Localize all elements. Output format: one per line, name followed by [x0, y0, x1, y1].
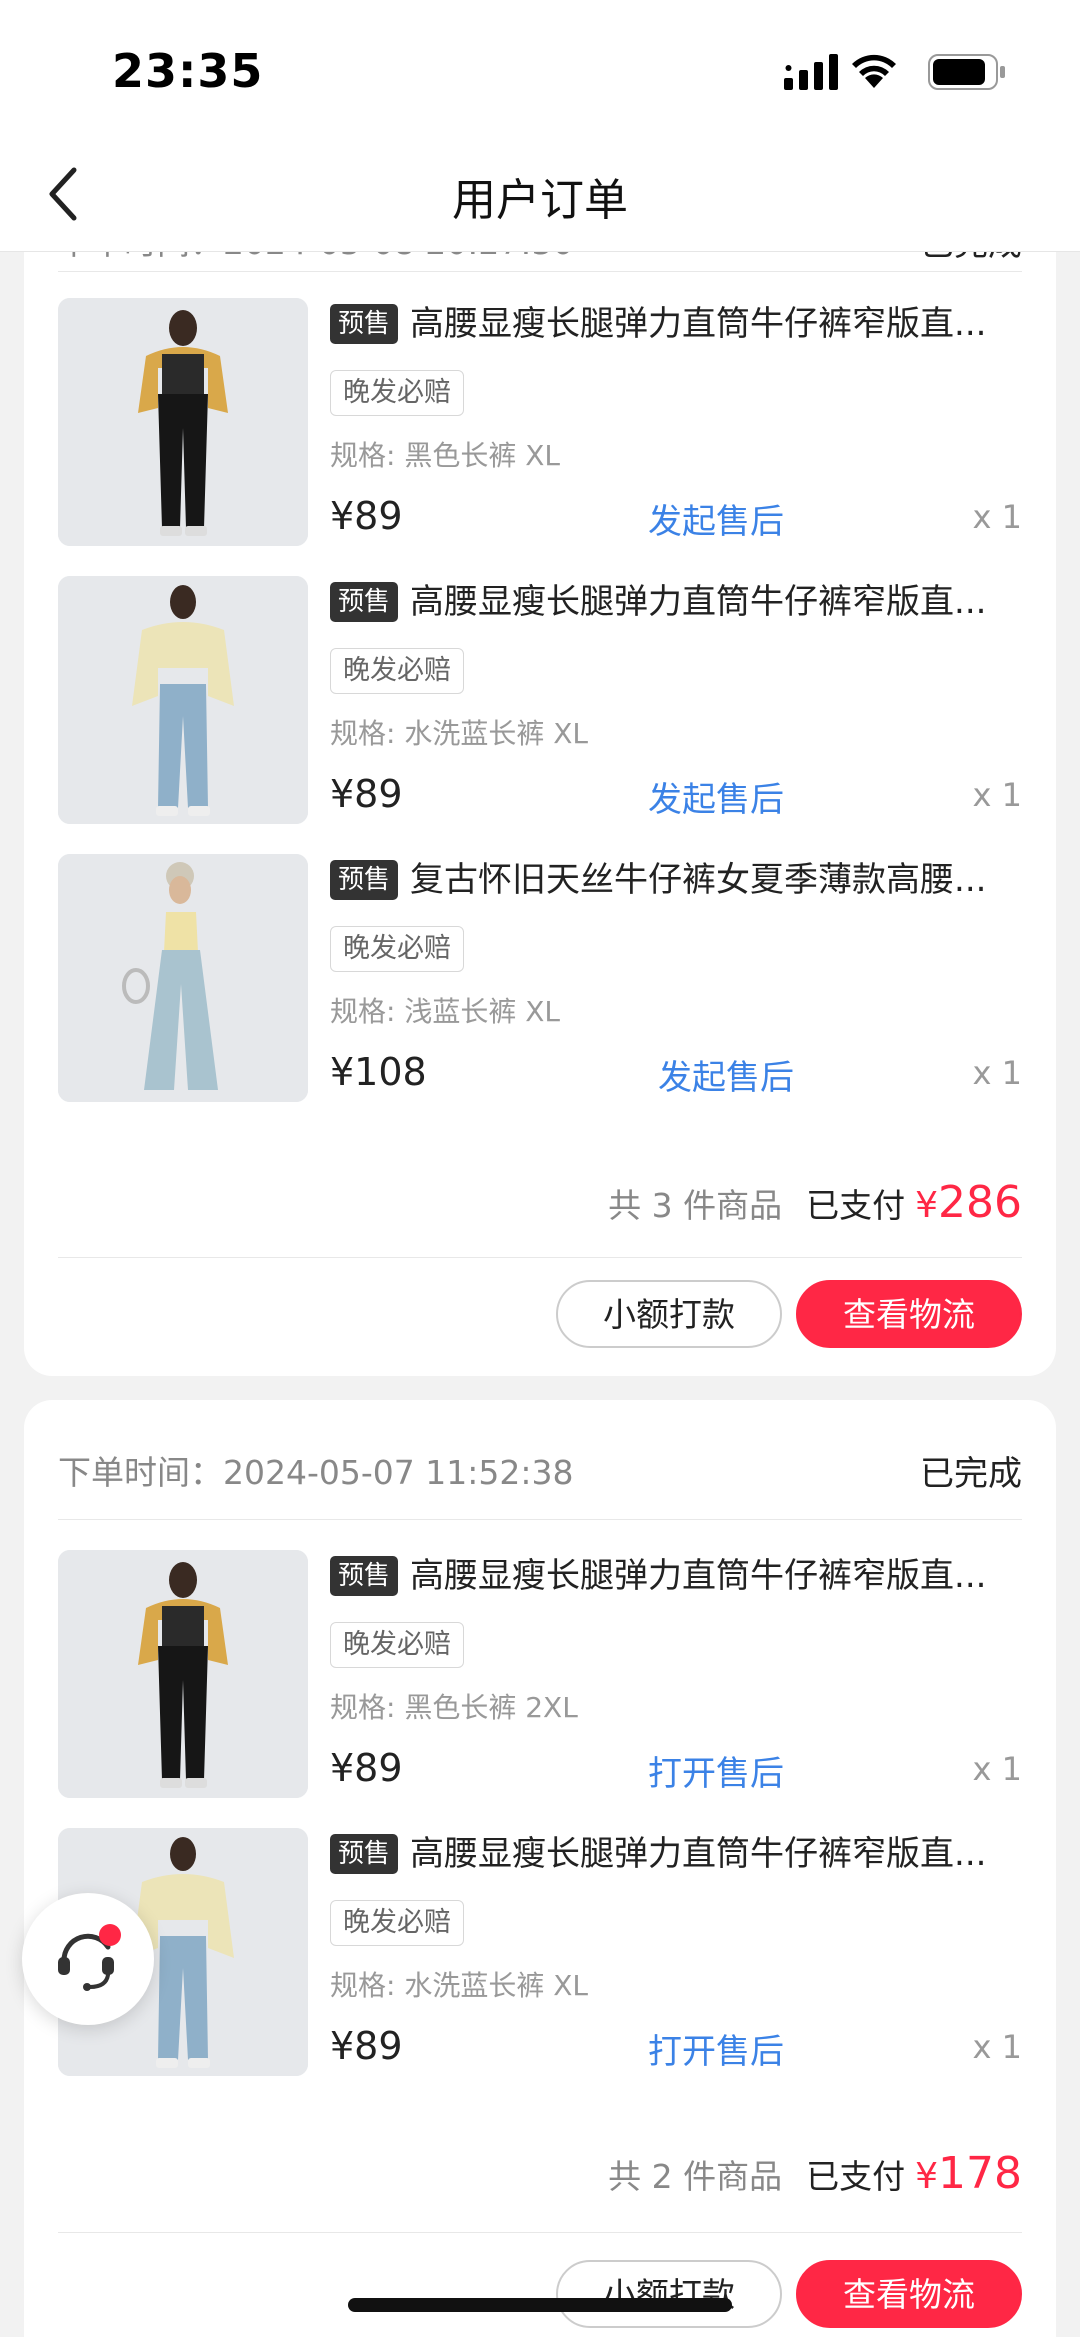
item-quantity: x 1	[972, 498, 1022, 536]
presale-badge: 预售	[330, 860, 399, 900]
order-item[interactable]: 预售 高腰显瘦长腿弹力直筒牛仔裤窄版直... 晚发必赔 规格: 黑色长裤 2XL …	[58, 1550, 1022, 1800]
model-yellow-top-black-jeans	[58, 298, 308, 546]
order-summary: 共 3 件商品 已支付 ¥286	[608, 1177, 1022, 1228]
product-image[interactable]	[58, 854, 308, 1102]
item-title-row: 预售 高腰显瘦长腿弹力直筒牛仔裤窄版直...	[330, 304, 1022, 354]
late-delivery-tag: 晚发必赔	[330, 926, 464, 972]
model-yellow-top-black-jeans	[58, 1550, 308, 1798]
after-sale-link[interactable]: 发起售后	[648, 494, 784, 543]
paid-label: 已支付	[806, 2157, 906, 2196]
status-icons	[768, 50, 1008, 94]
currency-symbol: ¥	[915, 2156, 939, 2197]
product-image[interactable]	[58, 298, 308, 546]
presale-badge: 预售	[330, 582, 399, 622]
presale-badge: 预售	[330, 304, 399, 344]
customer-service-button[interactable]	[22, 1893, 154, 2025]
product-image[interactable]	[58, 1550, 308, 1798]
view-logistics-button[interactable]: 查看物流	[796, 2260, 1022, 2328]
after-sale-link[interactable]: 打开售后	[648, 1746, 784, 1795]
page-title: 用户订单	[452, 175, 628, 226]
late-delivery-tag: 晚发必赔	[330, 1900, 464, 1946]
item-count: 共 2 件商品	[608, 2157, 783, 2196]
item-title-row: 预售 高腰显瘦长腿弹力直筒牛仔裤窄版直...	[330, 1556, 1022, 1606]
home-indicator	[348, 2298, 732, 2312]
item-quantity: x 1	[972, 776, 1022, 814]
status-bar: 23:35	[0, 0, 1080, 140]
item-title: 高腰显瘦长腿弹力直筒牛仔裤窄版直...	[410, 582, 987, 622]
view-logistics-button[interactable]: 查看物流	[796, 1280, 1022, 1348]
late-delivery-tag: 晚发必赔	[330, 1622, 464, 1668]
model-light-blue-wide-jeans	[58, 854, 308, 1102]
item-title: 高腰显瘦长腿弹力直筒牛仔裤窄版直...	[410, 1556, 987, 1596]
item-spec: 规格: 黑色长裤 2XL	[330, 1691, 578, 1724]
item-spec: 规格: 水洗蓝长裤 XL	[330, 1969, 589, 2002]
order-header: 下单时间：2024-05-07 11:52:38 已完成	[58, 1400, 1022, 1520]
item-title: 复古怀旧天丝牛仔裤女夏季薄款高腰...	[410, 860, 987, 900]
order-item[interactable]: 预售 高腰显瘦长腿弹力直筒牛仔裤窄版直... 晚发必赔 规格: 黑色长裤 XL ¥…	[58, 298, 1022, 548]
presale-badge: 预售	[330, 1834, 399, 1874]
order-time: 下单时间：2024-05-07 11:52:38	[58, 1453, 574, 1492]
after-sale-link[interactable]: 发起售后	[658, 1050, 794, 1099]
order-header: 下单时间：2024-05-08 20:27:30 已完成	[58, 252, 1022, 272]
item-quantity: x 1	[972, 2028, 1022, 2066]
late-delivery-tag: 晚发必赔	[330, 370, 464, 416]
item-price: ¥89	[330, 494, 403, 538]
after-sale-link[interactable]: 打开售后	[648, 2024, 784, 2073]
item-title-row: 预售 高腰显瘦长腿弹力直筒牛仔裤窄版直...	[330, 582, 1022, 632]
order-item[interactable]: 预售 高腰显瘦长腿弹力直筒牛仔裤窄版直... 晚发必赔 规格: 水洗蓝长裤 XL …	[58, 576, 1022, 826]
order-status: 已完成	[920, 1454, 1022, 1494]
signal-icon	[784, 54, 838, 90]
item-price: ¥89	[330, 2024, 403, 2068]
model-cream-top-blue-jeans	[58, 576, 308, 824]
item-title: 高腰显瘦长腿弹力直筒牛仔裤窄版直...	[410, 1834, 987, 1874]
item-quantity: x 1	[972, 1054, 1022, 1092]
product-image[interactable]	[58, 576, 308, 824]
small-payment-button[interactable]: 小额打款	[556, 2260, 782, 2328]
item-spec: 规格: 水洗蓝长裤 XL	[330, 717, 589, 750]
order-list[interactable]: 下单时间：2024-05-08 20:27:30 已完成 预售高腰显瘦长腿弹力直…	[0, 252, 1080, 2337]
small-payment-button[interactable]: 小额打款	[556, 1280, 782, 1348]
order-status: 已完成	[920, 252, 1022, 265]
divider	[58, 2232, 1022, 2233]
item-price: ¥108	[330, 1050, 427, 1094]
order-card: 下单时间：2024-05-08 20:27:30 已完成 预售高腰显瘦长腿弹力直…	[24, 252, 1056, 1376]
item-title: 高腰显瘦长腿弹力直筒牛仔裤窄版直...	[410, 304, 987, 344]
item-count: 共 3 件商品	[608, 1186, 783, 1225]
presale-badge: 预售	[330, 1556, 399, 1596]
paid-label: 已支付	[806, 1186, 906, 1225]
customer-service-icon	[58, 1924, 121, 1991]
item-price: ¥89	[330, 1746, 403, 1790]
order-total: 286	[938, 1177, 1022, 1228]
late-delivery-tag: 晚发必赔	[330, 648, 464, 694]
item-title-row: 预售 高腰显瘦长腿弹力直筒牛仔裤窄版直...	[330, 1834, 1022, 1884]
item-spec: 规格: 浅蓝长裤 XL	[330, 995, 561, 1028]
item-spec: 规格: 黑色长裤 XL	[330, 439, 561, 472]
order-time: 下单时间：2024-05-08 20:27:30	[58, 252, 573, 264]
item-price: ¥89	[330, 772, 403, 816]
item-title-row: 预售 复古怀旧天丝牛仔裤女夏季薄款高腰...	[330, 860, 1022, 910]
wifi-icon	[852, 54, 896, 88]
order-card: 下单时间：2024-05-07 11:52:38 已完成 预售 高腰显瘦长腿弹力直…	[24, 1400, 1056, 2337]
order-item[interactable]: 预售 复古怀旧天丝牛仔裤女夏季薄款高腰... 晚发必赔 规格: 浅蓝长裤 XL ¥…	[58, 854, 1022, 1104]
item-quantity: x 1	[972, 1750, 1022, 1788]
order-total: 178	[938, 2148, 1022, 2199]
order-summary: 共 2 件商品 已支付 ¥178	[608, 2148, 1022, 2199]
order-item[interactable]: 预售 高腰显瘦长腿弹力直筒牛仔裤窄版直... 晚发必赔 规格: 水洗蓝长裤 XL …	[58, 1828, 1022, 2078]
status-time: 23:35	[112, 44, 264, 98]
nav-bar: 用户订单	[0, 140, 1080, 252]
divider	[58, 1257, 1022, 1258]
battery-icon	[928, 54, 1005, 90]
after-sale-link[interactable]: 发起售后	[648, 772, 784, 821]
currency-symbol: ¥	[915, 1185, 939, 1226]
